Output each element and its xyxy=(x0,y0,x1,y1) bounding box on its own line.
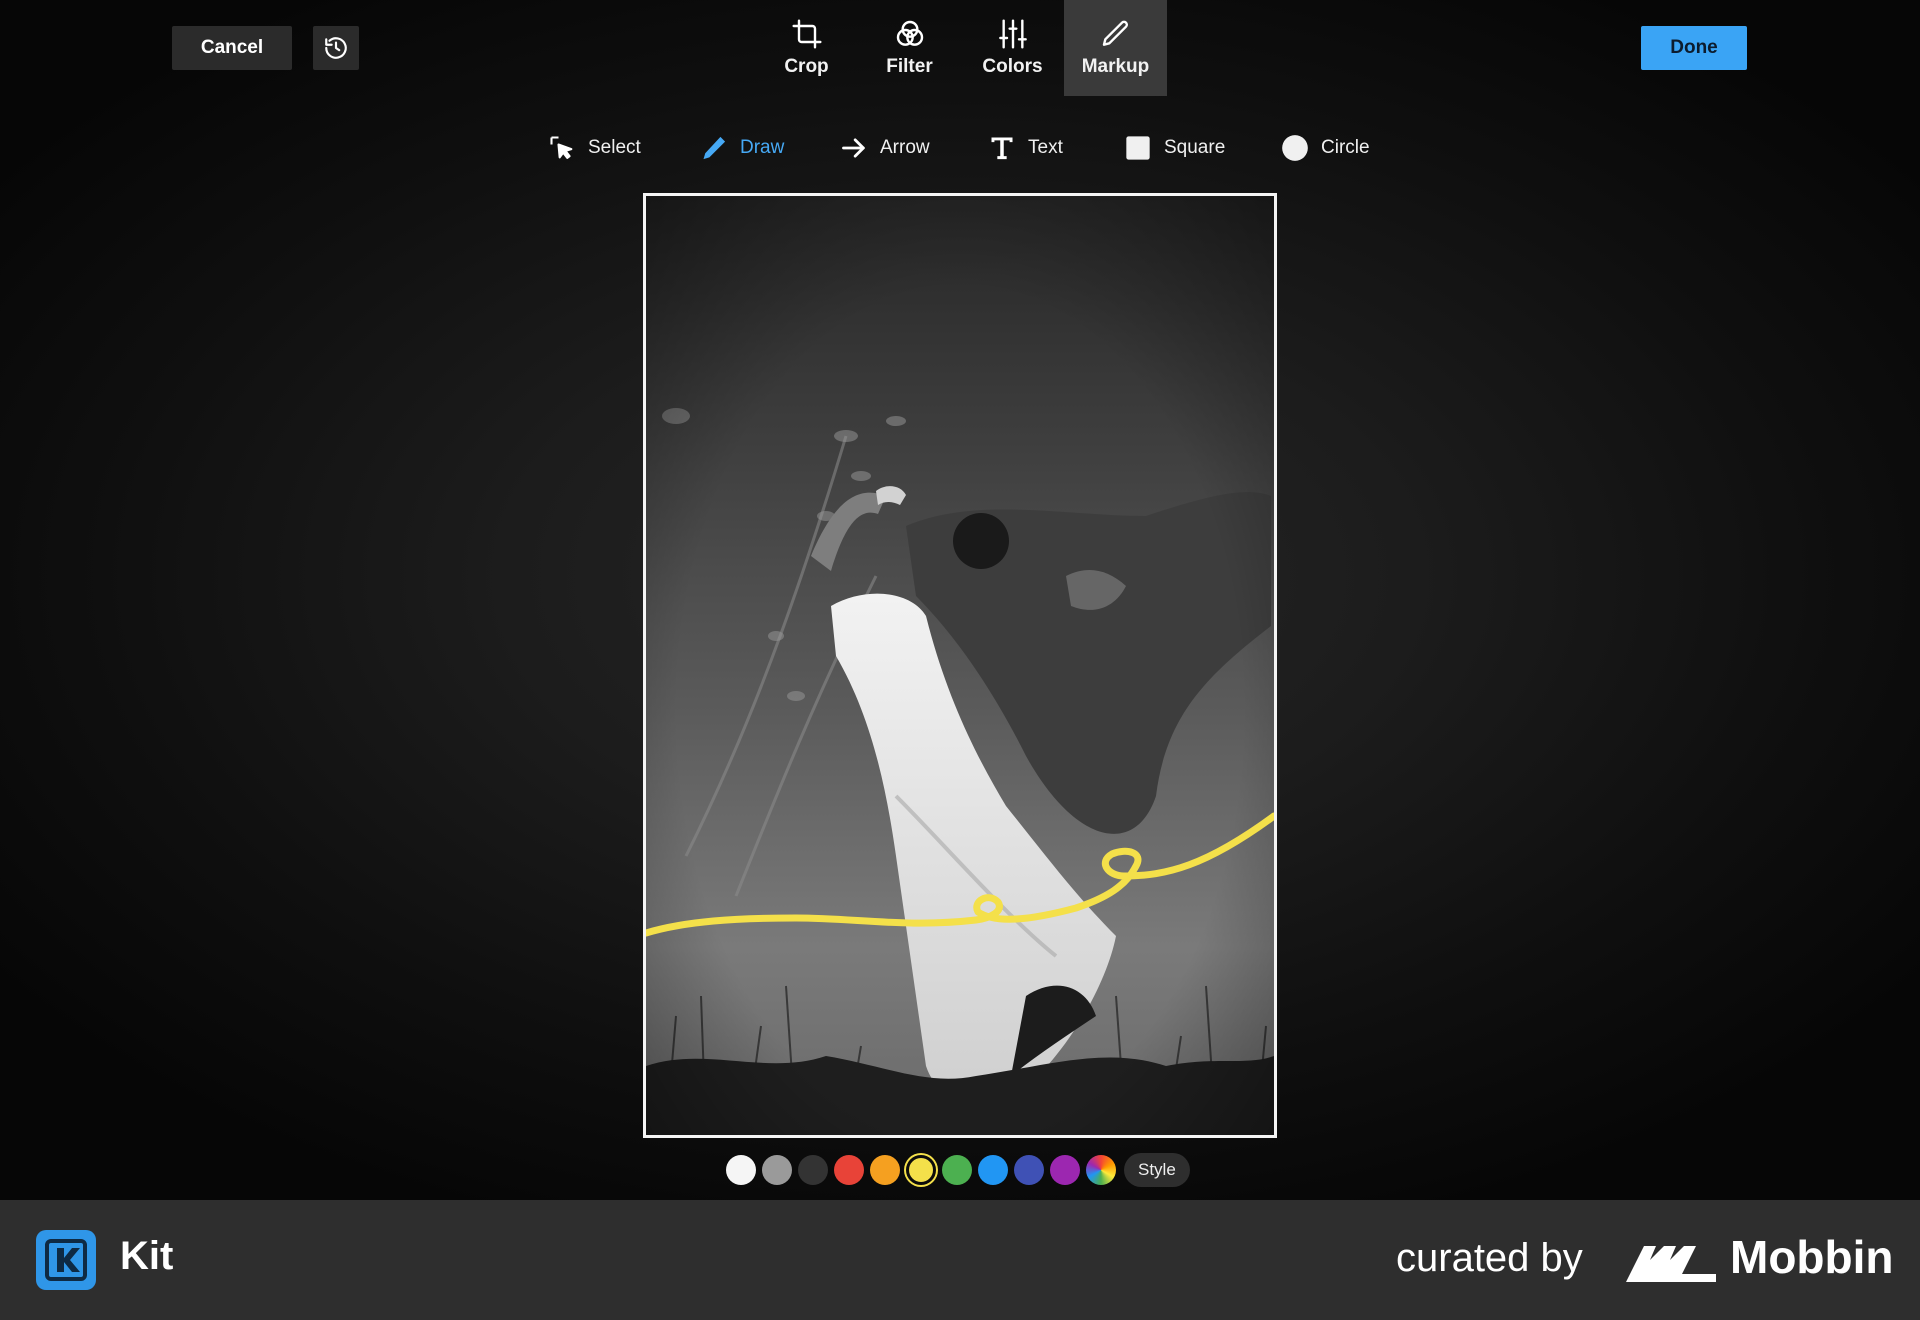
edit-mode-tabs: Crop Filter Colors Markup xyxy=(755,0,1167,96)
pen-icon xyxy=(703,136,726,160)
swatch-yellow-selected[interactable] xyxy=(906,1155,936,1185)
swatch-red[interactable] xyxy=(834,1155,864,1185)
tool-square-label: Square xyxy=(1164,137,1226,158)
arrow-right-icon xyxy=(842,138,865,158)
text-icon xyxy=(991,137,1013,160)
history-icon xyxy=(325,37,347,59)
swatch-orange[interactable] xyxy=(870,1155,900,1185)
tool-select-label: Select xyxy=(588,137,641,158)
history-button[interactable] xyxy=(313,26,359,70)
tool-arrow[interactable]: Arrow xyxy=(840,128,930,168)
markup-toolbar: Select Draw Arrow Text Square Circle xyxy=(0,128,1920,168)
tab-markup[interactable]: Markup xyxy=(1064,0,1167,96)
photo-canvas[interactable] xyxy=(643,193,1277,1138)
swatch-dark-gray[interactable] xyxy=(798,1155,828,1185)
tool-select[interactable]: Select xyxy=(548,128,641,168)
crop-icon xyxy=(791,19,822,49)
swatch-white[interactable] xyxy=(726,1155,756,1185)
sliders-icon xyxy=(998,19,1027,49)
tool-text[interactable]: Text xyxy=(988,128,1063,168)
tool-square[interactable]: Square xyxy=(1124,128,1225,168)
cancel-button[interactable]: Cancel xyxy=(172,26,292,70)
tab-filter-label: Filter xyxy=(886,56,933,77)
tool-text-label: Text xyxy=(1028,137,1063,158)
color-wheel-icon[interactable] xyxy=(1086,1155,1116,1185)
swatch-indigo[interactable] xyxy=(1014,1155,1044,1185)
editor-stage: Cancel Crop Filter Colors Markup Done Se… xyxy=(0,0,1920,1200)
kit-name: Kit xyxy=(120,1234,174,1278)
mobbin-name: Mobbin xyxy=(1730,1231,1894,1283)
pencil-icon xyxy=(1102,20,1128,46)
tab-crop[interactable]: Crop xyxy=(755,0,858,96)
tool-draw-label: Draw xyxy=(740,137,785,158)
yellow-drawing-stroke[interactable] xyxy=(646,196,1274,1135)
kit-logo-icon xyxy=(36,1230,96,1290)
circle-icon xyxy=(1282,135,1308,161)
swatch-green[interactable] xyxy=(942,1155,972,1185)
tool-circle[interactable]: Circle xyxy=(1281,128,1370,168)
color-palette: Style xyxy=(726,1152,1190,1188)
swatch-blue[interactable] xyxy=(978,1155,1008,1185)
style-button[interactable]: Style xyxy=(1124,1153,1190,1187)
done-button[interactable]: Done xyxy=(1641,26,1747,70)
tool-arrow-label: Arrow xyxy=(880,137,930,158)
mobbin-logo-icon xyxy=(1626,1246,1716,1282)
select-icon xyxy=(550,136,573,159)
tab-crop-label: Crop xyxy=(784,56,829,77)
tab-colors-label: Colors xyxy=(982,56,1043,77)
swatch-gray[interactable] xyxy=(762,1155,792,1185)
footer-banner: Kit curated by Mobbin xyxy=(0,1200,1920,1320)
tab-markup-label: Markup xyxy=(1081,56,1150,77)
tool-circle-label: Circle xyxy=(1321,137,1370,158)
tab-colors[interactable]: Colors xyxy=(961,0,1064,96)
tool-draw[interactable]: Draw xyxy=(700,128,784,168)
square-icon xyxy=(1126,136,1150,160)
curated-by-label: curated by xyxy=(1396,1236,1583,1280)
tab-filter[interactable]: Filter xyxy=(858,0,961,96)
filter-icon xyxy=(896,20,923,46)
swatch-purple[interactable] xyxy=(1050,1155,1080,1185)
